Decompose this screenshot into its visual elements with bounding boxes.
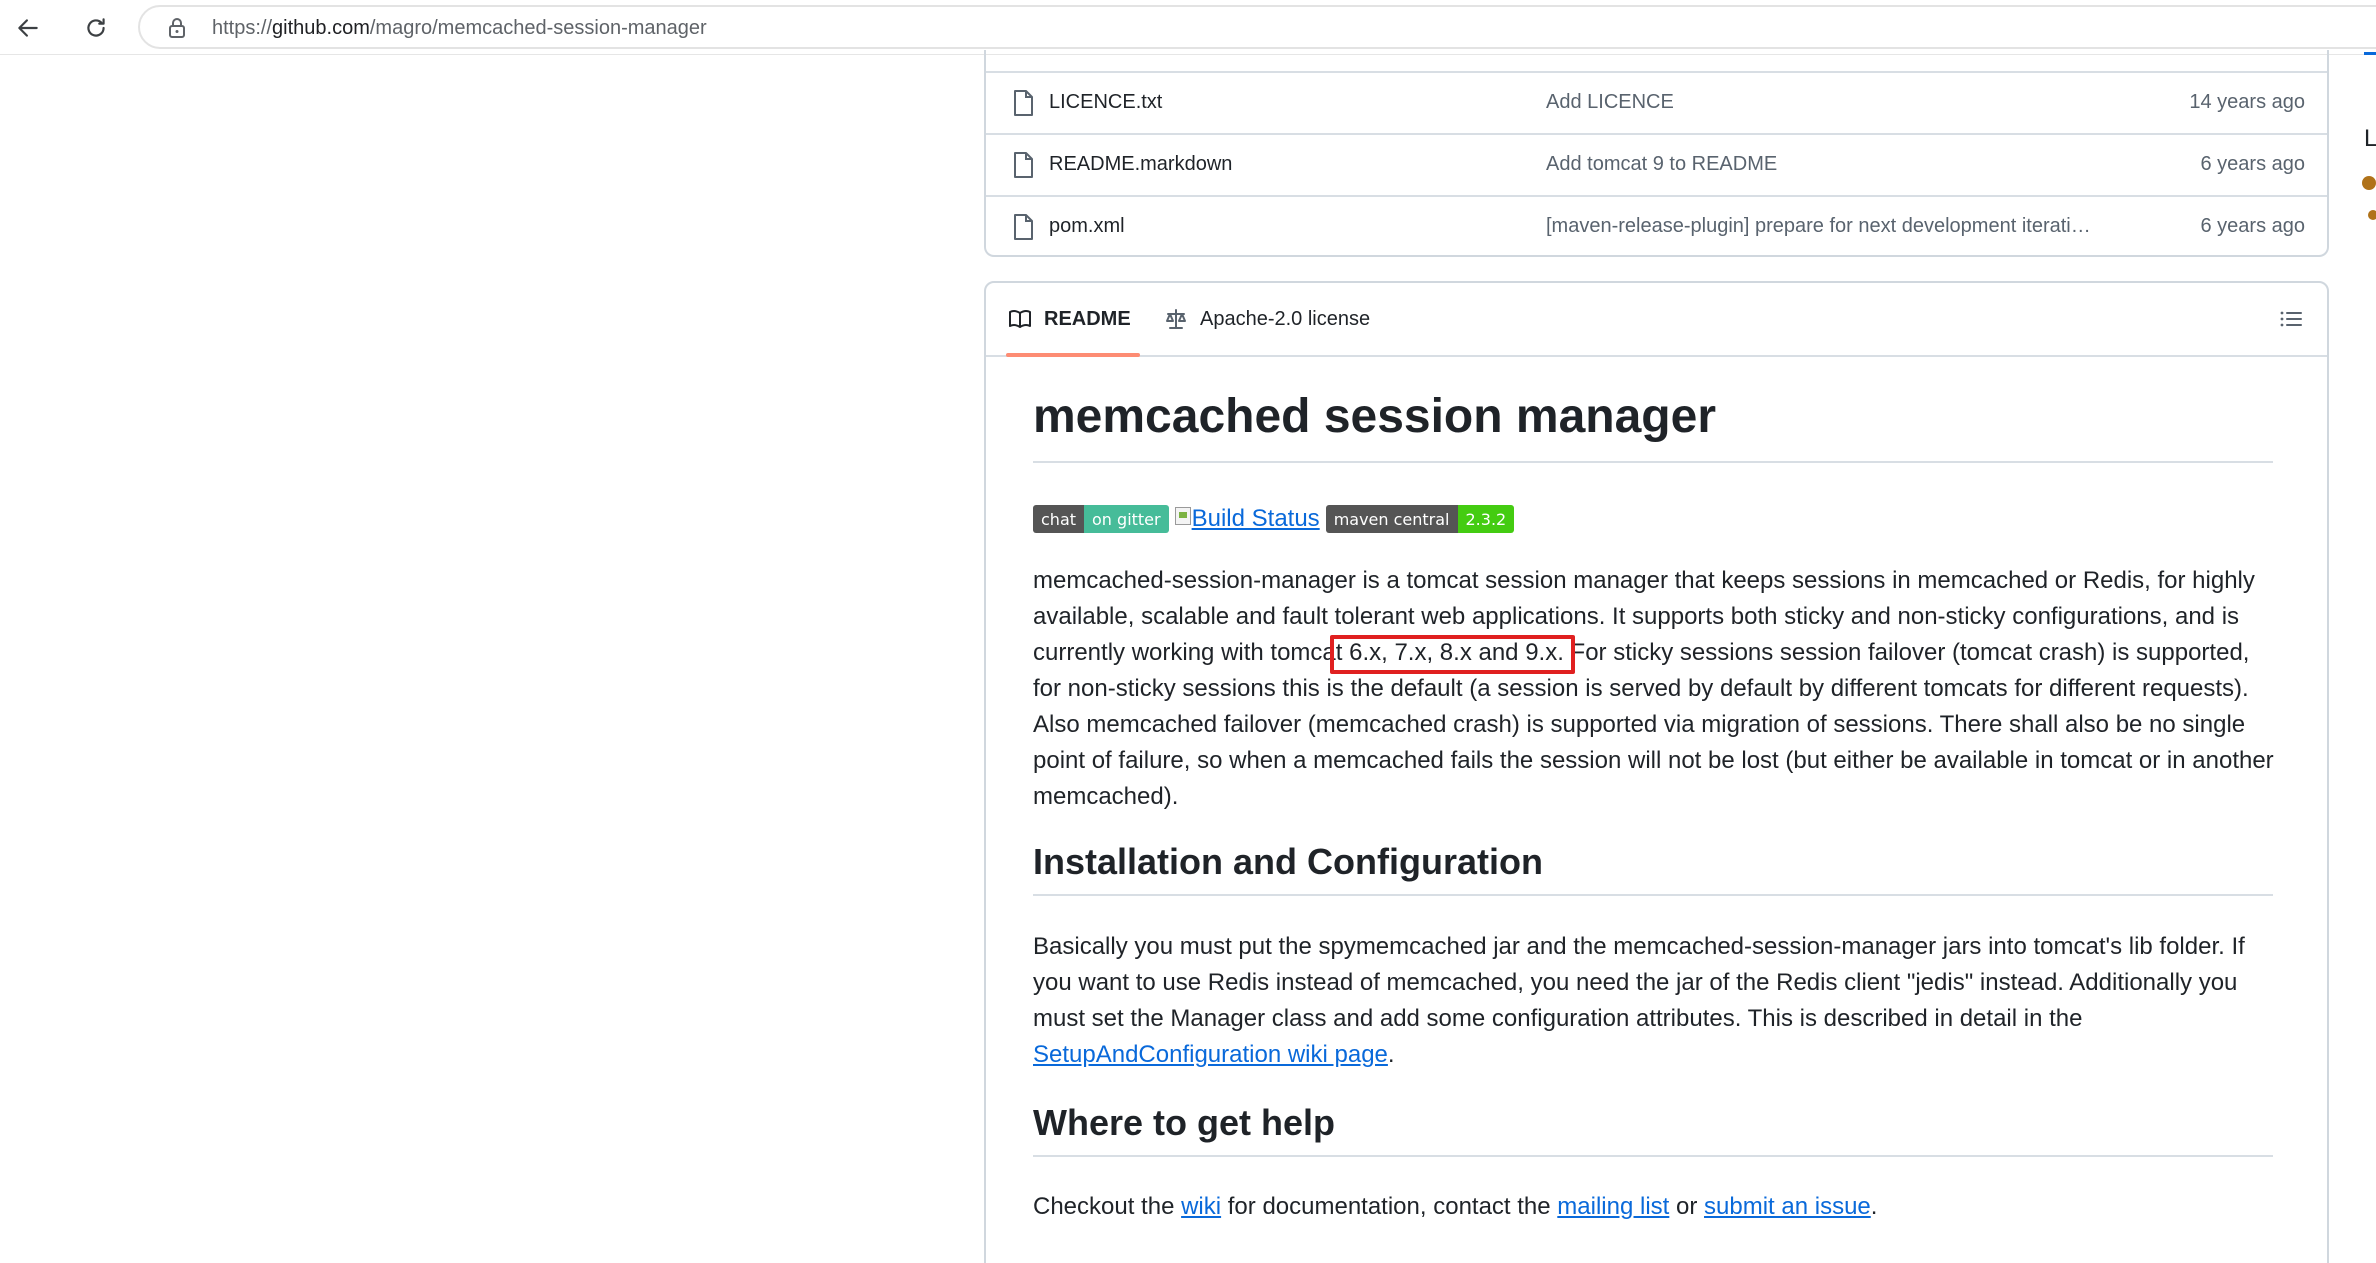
commit-message[interactable]: Add LICENCE bbox=[1546, 91, 1674, 114]
file-icon bbox=[1014, 213, 1033, 240]
help-paragraph: Checkout the wiki for documentation, con… bbox=[1033, 1189, 2283, 1225]
build-status-badge[interactable]: Build Status bbox=[1174, 503, 1320, 533]
installation-heading: Installation and Configuration bbox=[1033, 840, 2273, 896]
reload-icon bbox=[87, 18, 105, 37]
submit-issue-link[interactable]: submit an issue bbox=[1704, 1193, 1871, 1220]
language-dot-icon bbox=[2368, 210, 2376, 220]
back-button[interactable] bbox=[9, 9, 47, 47]
book-icon bbox=[1009, 309, 1031, 328]
help-heading: Where to get help bbox=[1033, 1101, 2273, 1157]
installation-period: . bbox=[1387, 1041, 1395, 1068]
outline-button[interactable] bbox=[2277, 305, 2305, 333]
installation-text: Basically you must put the spymemcached … bbox=[1033, 933, 2245, 1032]
site-info-icon[interactable] bbox=[167, 17, 187, 39]
sidebar-edge-icon bbox=[2364, 52, 2376, 68]
arrow-left-icon bbox=[18, 19, 38, 37]
commit-message[interactable]: Add tomcat 9 to README bbox=[1546, 153, 1777, 176]
help-text: Checkout the bbox=[1033, 1193, 1182, 1220]
commit-time: 6 years ago bbox=[2200, 215, 2305, 237]
mailing-list-link[interactable]: mailing list bbox=[1557, 1193, 1669, 1220]
tab-license-label: Apache-2.0 license bbox=[1200, 307, 1371, 330]
readme-panel: README Apache-2.0 license memcached sess… bbox=[984, 281, 2329, 1263]
address-bar[interactable]: https://github.com/magro/memcached-sessi… bbox=[138, 5, 2376, 49]
url-path: /magro/memcached-session-manager bbox=[369, 17, 707, 39]
maven-badge[interactable]: maven central 2.3.2 bbox=[1325, 505, 1515, 533]
commit-message[interactable]: [maven-release-plugin] prepare for next … bbox=[1546, 215, 2091, 238]
wiki-link[interactable]: wiki bbox=[1181, 1193, 1221, 1220]
tab-readme-label: README bbox=[1044, 307, 1131, 330]
file-row[interactable]: pom.xml [maven-release-plugin] prepare f… bbox=[986, 196, 2327, 257]
badge-label: maven central bbox=[1325, 505, 1458, 533]
help-text: or bbox=[1669, 1193, 1705, 1220]
help-text: for documentation, contact the bbox=[1221, 1193, 1558, 1220]
url-text[interactable]: https://github.com/magro/memcached-sessi… bbox=[212, 16, 707, 40]
broken-image-icon bbox=[1174, 507, 1191, 525]
readme-title: memcached session manager bbox=[1033, 389, 2273, 463]
badge-value: 2.3.2 bbox=[1457, 505, 1515, 533]
intro-paragraph: memcached-session-manager is a tomcat se… bbox=[1033, 567, 2274, 810]
file-list: LICENCE.txt Add LICENCE 14 years ago REA… bbox=[984, 50, 2329, 257]
installation-paragraph: Basically you must put the spymemcached … bbox=[1033, 929, 2283, 1073]
file-row[interactable]: LICENCE.txt Add LICENCE 14 years ago bbox=[986, 72, 2327, 133]
tab-license[interactable]: Apache-2.0 license bbox=[1164, 283, 1370, 355]
badge-value: on gitter bbox=[1084, 505, 1169, 533]
commit-time: 14 years ago bbox=[2189, 91, 2305, 113]
law-icon bbox=[1166, 309, 1186, 329]
help-text: . bbox=[1870, 1193, 1878, 1220]
gitter-badge[interactable]: chat on gitter bbox=[1033, 505, 1169, 533]
badge-row: chat on gitter Build Status maven central… bbox=[1033, 503, 1515, 533]
list-unordered-icon bbox=[2280, 311, 2302, 327]
tab-readme[interactable]: README bbox=[1006, 283, 1140, 357]
file-icon bbox=[1014, 151, 1033, 178]
commit-time: 6 years ago bbox=[2200, 153, 2305, 175]
sidebar-edge-heading: L bbox=[2364, 125, 2376, 152]
url-scheme: https:// bbox=[212, 17, 273, 39]
language-dot-icon bbox=[2362, 176, 2376, 190]
file-name[interactable]: README.markdown bbox=[1049, 153, 1232, 176]
file-row[interactable]: README.markdown Add tomcat 9 to README 6… bbox=[986, 134, 2327, 195]
readme-tabs: README Apache-2.0 license bbox=[986, 283, 2327, 357]
setup-wiki-link[interactable]: SetupAndConfiguration wiki page bbox=[1033, 1041, 1388, 1068]
browser-toolbar: https://github.com/magro/memcached-sessi… bbox=[0, 0, 2376, 55]
file-name[interactable]: pom.xml bbox=[1049, 215, 1125, 238]
reload-button[interactable] bbox=[77, 9, 115, 47]
file-name[interactable]: LICENCE.txt bbox=[1049, 91, 1162, 114]
badge-label: chat bbox=[1033, 505, 1085, 533]
build-status-link[interactable]: Build Status bbox=[1192, 505, 1320, 533]
url-host: github.com bbox=[272, 17, 370, 39]
file-icon bbox=[1014, 89, 1033, 116]
